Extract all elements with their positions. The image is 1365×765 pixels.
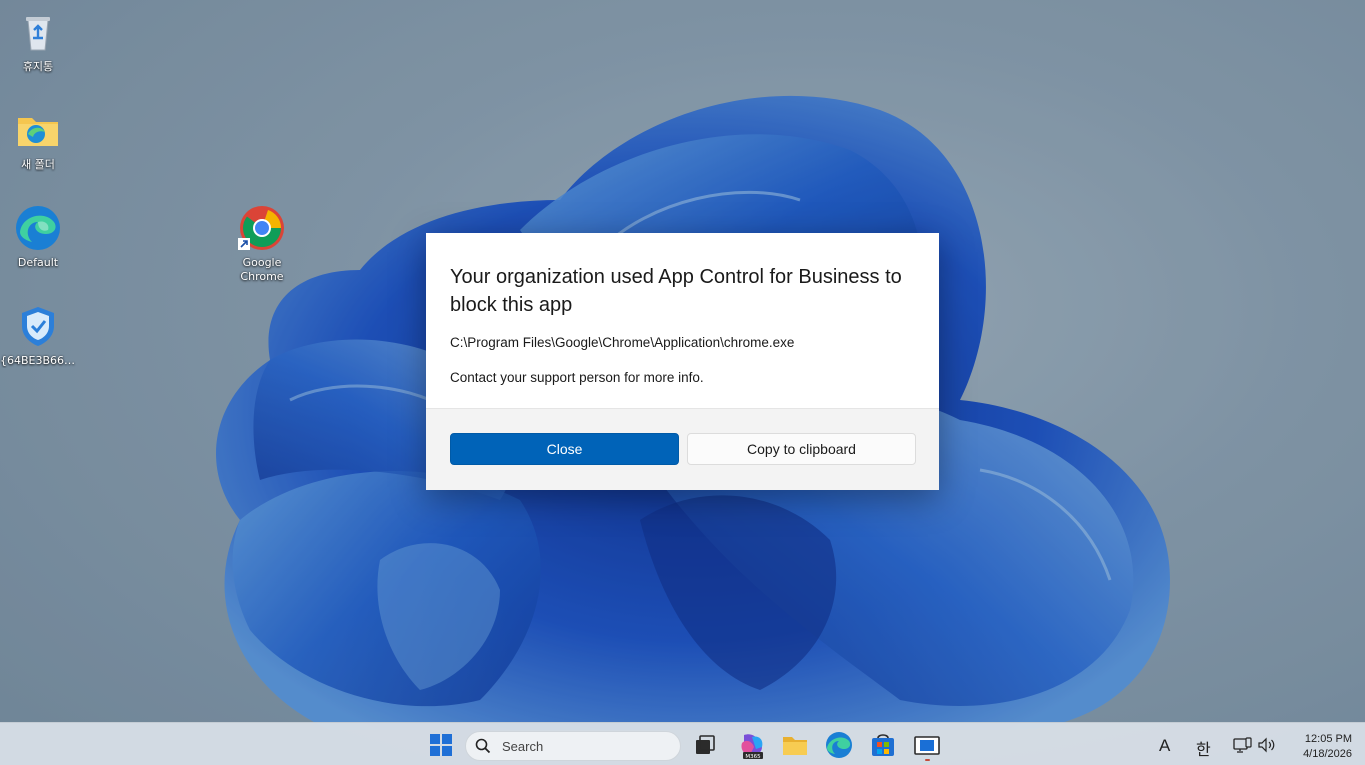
chrome-icon xyxy=(238,206,284,250)
folder-icon xyxy=(18,118,58,146)
app-control-block-dialog: Your organization used App Control for B… xyxy=(426,233,939,490)
edge-icon[interactable] xyxy=(823,729,855,761)
ime-language-indicator[interactable]: 한 xyxy=(1196,736,1211,760)
ime-mode-indicator[interactable]: A xyxy=(1159,736,1170,756)
close-button[interactable]: Close xyxy=(450,433,679,465)
m365-copilot-icon[interactable]: M365 xyxy=(736,729,768,761)
edge-icon xyxy=(16,206,60,250)
recycle-bin-icon xyxy=(26,17,50,51)
desktop-icon-recycle-bin[interactable]: 휴지통 xyxy=(0,8,76,74)
network-icon[interactable] xyxy=(1233,737,1253,753)
taskbar-search-box[interactable] xyxy=(465,731,681,761)
store-icon[interactable] xyxy=(867,729,899,761)
blocked-app-path: C:\Program Files\Google\Chrome\Applicati… xyxy=(450,335,795,350)
desktop-icon-label: 휴지통 xyxy=(22,60,54,73)
desktop-icon-label: {64BE3B66-... xyxy=(0,354,76,367)
desktop-icon-label: Default xyxy=(17,256,59,269)
task-view-icon[interactable] xyxy=(690,729,722,761)
shield-icon xyxy=(22,307,54,346)
dialog-title: Your organization used App Control for B… xyxy=(450,266,902,316)
volume-icon[interactable] xyxy=(1257,737,1277,753)
clock-time: 12:05 PM xyxy=(1304,733,1352,745)
desktop: 휴지통 새 폴더 Default {64BE3B66-... Google Ch… xyxy=(0,0,1365,765)
m365-badge: M365 xyxy=(745,754,761,760)
desktop-icon-default-edge[interactable]: Default xyxy=(0,204,76,270)
desktop-icon-new-folder[interactable]: 새 폴더 xyxy=(0,106,76,172)
dialog-footer: Close Copy to clipboard xyxy=(426,408,939,490)
desktop-icon-google-chrome[interactable]: Google Chrome xyxy=(224,204,300,284)
desktop-icon-label: 새 폴더 xyxy=(21,158,55,171)
dialog-body: Your organization used App Control for B… xyxy=(426,233,939,385)
desktop-icon-label: Google Chrome xyxy=(240,256,284,283)
search-icon xyxy=(475,738,491,754)
clock-date: 4/18/2026 xyxy=(1303,748,1352,760)
app-icon[interactable] xyxy=(911,729,943,761)
start-icon[interactable] xyxy=(425,729,457,761)
dialog-info-text: Contact your support person for more inf… xyxy=(450,370,704,385)
taskbar: M365 A 한 xyxy=(0,722,1365,765)
file-explorer-icon[interactable] xyxy=(779,729,811,761)
search-input[interactable] xyxy=(500,738,674,755)
copy-to-clipboard-button[interactable]: Copy to clipboard xyxy=(687,433,916,465)
taskbar-clock[interactable]: 12:05 PM 4/18/2026 xyxy=(1286,732,1352,762)
desktop-icon-policy-file[interactable]: {64BE3B66-... xyxy=(0,302,76,368)
